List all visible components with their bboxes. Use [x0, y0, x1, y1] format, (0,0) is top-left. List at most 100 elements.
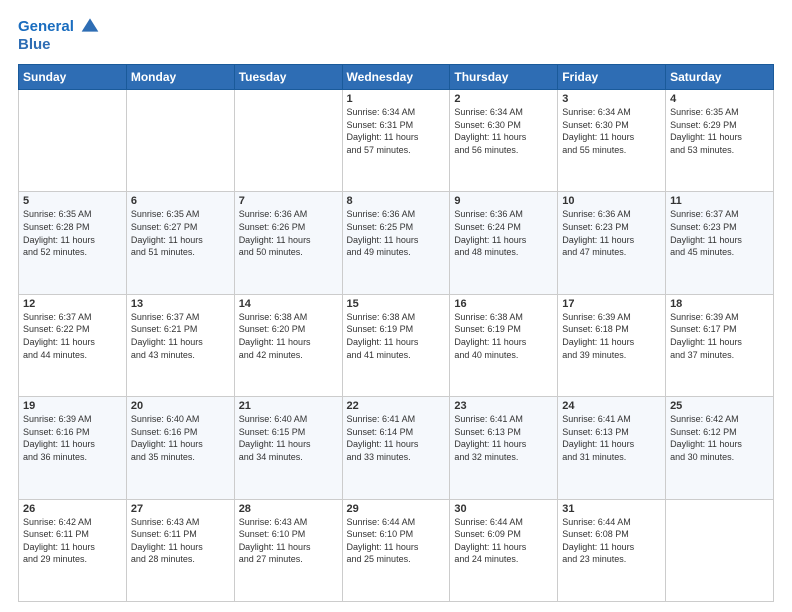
- week-row-1: 1Sunrise: 6:34 AM Sunset: 6:31 PM Daylig…: [19, 90, 774, 192]
- day-header-wednesday: Wednesday: [342, 65, 450, 90]
- calendar-cell: 27Sunrise: 6:43 AM Sunset: 6:11 PM Dayli…: [126, 499, 234, 601]
- calendar-cell: 16Sunrise: 6:38 AM Sunset: 6:19 PM Dayli…: [450, 294, 558, 396]
- day-number: 1: [347, 93, 446, 105]
- calendar-cell: 21Sunrise: 6:40 AM Sunset: 6:15 PM Dayli…: [234, 397, 342, 499]
- day-header-saturday: Saturday: [666, 65, 774, 90]
- calendar-cell: 10Sunrise: 6:36 AM Sunset: 6:23 PM Dayli…: [558, 192, 666, 294]
- day-number: 30: [454, 503, 553, 515]
- day-number: 18: [670, 298, 769, 310]
- day-number: 4: [670, 93, 769, 105]
- day-info: Sunrise: 6:35 AM Sunset: 6:27 PM Dayligh…: [131, 208, 230, 258]
- day-number: 10: [562, 195, 661, 207]
- day-info: Sunrise: 6:40 AM Sunset: 6:15 PM Dayligh…: [239, 413, 338, 463]
- day-info: Sunrise: 6:44 AM Sunset: 6:08 PM Dayligh…: [562, 516, 661, 566]
- day-info: Sunrise: 6:37 AM Sunset: 6:21 PM Dayligh…: [131, 311, 230, 361]
- calendar-cell: 29Sunrise: 6:44 AM Sunset: 6:10 PM Dayli…: [342, 499, 450, 601]
- calendar-cell: 23Sunrise: 6:41 AM Sunset: 6:13 PM Dayli…: [450, 397, 558, 499]
- day-number: 5: [23, 195, 122, 207]
- day-info: Sunrise: 6:39 AM Sunset: 6:17 PM Dayligh…: [670, 311, 769, 361]
- day-number: 3: [562, 93, 661, 105]
- day-number: 27: [131, 503, 230, 515]
- calendar-cell: [19, 90, 127, 192]
- calendar-cell: 6Sunrise: 6:35 AM Sunset: 6:27 PM Daylig…: [126, 192, 234, 294]
- day-info: Sunrise: 6:34 AM Sunset: 6:30 PM Dayligh…: [454, 106, 553, 156]
- week-row-5: 26Sunrise: 6:42 AM Sunset: 6:11 PM Dayli…: [19, 499, 774, 601]
- week-row-4: 19Sunrise: 6:39 AM Sunset: 6:16 PM Dayli…: [19, 397, 774, 499]
- calendar-cell: 20Sunrise: 6:40 AM Sunset: 6:16 PM Dayli…: [126, 397, 234, 499]
- day-info: Sunrise: 6:36 AM Sunset: 6:24 PM Dayligh…: [454, 208, 553, 258]
- day-info: Sunrise: 6:39 AM Sunset: 6:18 PM Dayligh…: [562, 311, 661, 361]
- day-header-sunday: Sunday: [19, 65, 127, 90]
- calendar-cell: 17Sunrise: 6:39 AM Sunset: 6:18 PM Dayli…: [558, 294, 666, 396]
- calendar-cell: 31Sunrise: 6:44 AM Sunset: 6:08 PM Dayli…: [558, 499, 666, 601]
- calendar-cell: 28Sunrise: 6:43 AM Sunset: 6:10 PM Dayli…: [234, 499, 342, 601]
- day-number: 29: [347, 503, 446, 515]
- day-info: Sunrise: 6:43 AM Sunset: 6:10 PM Dayligh…: [239, 516, 338, 566]
- day-number: 12: [23, 298, 122, 310]
- day-number: 6: [131, 195, 230, 207]
- week-row-3: 12Sunrise: 6:37 AM Sunset: 6:22 PM Dayli…: [19, 294, 774, 396]
- calendar-cell: 8Sunrise: 6:36 AM Sunset: 6:25 PM Daylig…: [342, 192, 450, 294]
- day-info: Sunrise: 6:37 AM Sunset: 6:23 PM Dayligh…: [670, 208, 769, 258]
- day-header-friday: Friday: [558, 65, 666, 90]
- day-info: Sunrise: 6:34 AM Sunset: 6:31 PM Dayligh…: [347, 106, 446, 156]
- day-number: 23: [454, 400, 553, 412]
- day-number: 17: [562, 298, 661, 310]
- week-row-2: 5Sunrise: 6:35 AM Sunset: 6:28 PM Daylig…: [19, 192, 774, 294]
- day-header-thursday: Thursday: [450, 65, 558, 90]
- day-info: Sunrise: 6:40 AM Sunset: 6:16 PM Dayligh…: [131, 413, 230, 463]
- day-number: 14: [239, 298, 338, 310]
- day-number: 9: [454, 195, 553, 207]
- day-info: Sunrise: 6:42 AM Sunset: 6:11 PM Dayligh…: [23, 516, 122, 566]
- day-info: Sunrise: 6:41 AM Sunset: 6:13 PM Dayligh…: [562, 413, 661, 463]
- calendar-cell: 4Sunrise: 6:35 AM Sunset: 6:29 PM Daylig…: [666, 90, 774, 192]
- day-number: 25: [670, 400, 769, 412]
- day-number: 7: [239, 195, 338, 207]
- calendar-cell: 15Sunrise: 6:38 AM Sunset: 6:19 PM Dayli…: [342, 294, 450, 396]
- day-info: Sunrise: 6:41 AM Sunset: 6:14 PM Dayligh…: [347, 413, 446, 463]
- calendar-cell: 11Sunrise: 6:37 AM Sunset: 6:23 PM Dayli…: [666, 192, 774, 294]
- calendar-cell: [126, 90, 234, 192]
- calendar-cell: 7Sunrise: 6:36 AM Sunset: 6:26 PM Daylig…: [234, 192, 342, 294]
- day-info: Sunrise: 6:44 AM Sunset: 6:09 PM Dayligh…: [454, 516, 553, 566]
- day-number: 16: [454, 298, 553, 310]
- calendar-cell: 14Sunrise: 6:38 AM Sunset: 6:20 PM Dayli…: [234, 294, 342, 396]
- day-header-tuesday: Tuesday: [234, 65, 342, 90]
- calendar-cell: 30Sunrise: 6:44 AM Sunset: 6:09 PM Dayli…: [450, 499, 558, 601]
- calendar-cell: 22Sunrise: 6:41 AM Sunset: 6:14 PM Dayli…: [342, 397, 450, 499]
- calendar-cell: 12Sunrise: 6:37 AM Sunset: 6:22 PM Dayli…: [19, 294, 127, 396]
- day-number: 28: [239, 503, 338, 515]
- day-number: 26: [23, 503, 122, 515]
- calendar-cell: 1Sunrise: 6:34 AM Sunset: 6:31 PM Daylig…: [342, 90, 450, 192]
- calendar-cell: 18Sunrise: 6:39 AM Sunset: 6:17 PM Dayli…: [666, 294, 774, 396]
- day-info: Sunrise: 6:36 AM Sunset: 6:23 PM Dayligh…: [562, 208, 661, 258]
- day-number: 22: [347, 400, 446, 412]
- day-info: Sunrise: 6:42 AM Sunset: 6:12 PM Dayligh…: [670, 413, 769, 463]
- day-info: Sunrise: 6:35 AM Sunset: 6:28 PM Dayligh…: [23, 208, 122, 258]
- day-info: Sunrise: 6:43 AM Sunset: 6:11 PM Dayligh…: [131, 516, 230, 566]
- day-info: Sunrise: 6:38 AM Sunset: 6:20 PM Dayligh…: [239, 311, 338, 361]
- calendar-cell: 19Sunrise: 6:39 AM Sunset: 6:16 PM Dayli…: [19, 397, 127, 499]
- day-info: Sunrise: 6:35 AM Sunset: 6:29 PM Dayligh…: [670, 106, 769, 156]
- day-number: 31: [562, 503, 661, 515]
- calendar-cell: 9Sunrise: 6:36 AM Sunset: 6:24 PM Daylig…: [450, 192, 558, 294]
- day-header-monday: Monday: [126, 65, 234, 90]
- day-info: Sunrise: 6:38 AM Sunset: 6:19 PM Dayligh…: [347, 311, 446, 361]
- calendar-cell: [234, 90, 342, 192]
- day-info: Sunrise: 6:36 AM Sunset: 6:25 PM Dayligh…: [347, 208, 446, 258]
- calendar-table: SundayMondayTuesdayWednesdayThursdayFrid…: [18, 64, 774, 602]
- logo: General Blue: [18, 18, 100, 54]
- day-info: Sunrise: 6:39 AM Sunset: 6:16 PM Dayligh…: [23, 413, 122, 463]
- calendar-cell: 13Sunrise: 6:37 AM Sunset: 6:21 PM Dayli…: [126, 294, 234, 396]
- calendar-cell: [666, 499, 774, 601]
- logo-text: General Blue: [18, 18, 100, 54]
- day-number: 21: [239, 400, 338, 412]
- day-info: Sunrise: 6:41 AM Sunset: 6:13 PM Dayligh…: [454, 413, 553, 463]
- day-number: 11: [670, 195, 769, 207]
- calendar-cell: 2Sunrise: 6:34 AM Sunset: 6:30 PM Daylig…: [450, 90, 558, 192]
- calendar-cell: 25Sunrise: 6:42 AM Sunset: 6:12 PM Dayli…: [666, 397, 774, 499]
- day-number: 13: [131, 298, 230, 310]
- day-number: 2: [454, 93, 553, 105]
- calendar-cell: 24Sunrise: 6:41 AM Sunset: 6:13 PM Dayli…: [558, 397, 666, 499]
- calendar-header-row: SundayMondayTuesdayWednesdayThursdayFrid…: [19, 65, 774, 90]
